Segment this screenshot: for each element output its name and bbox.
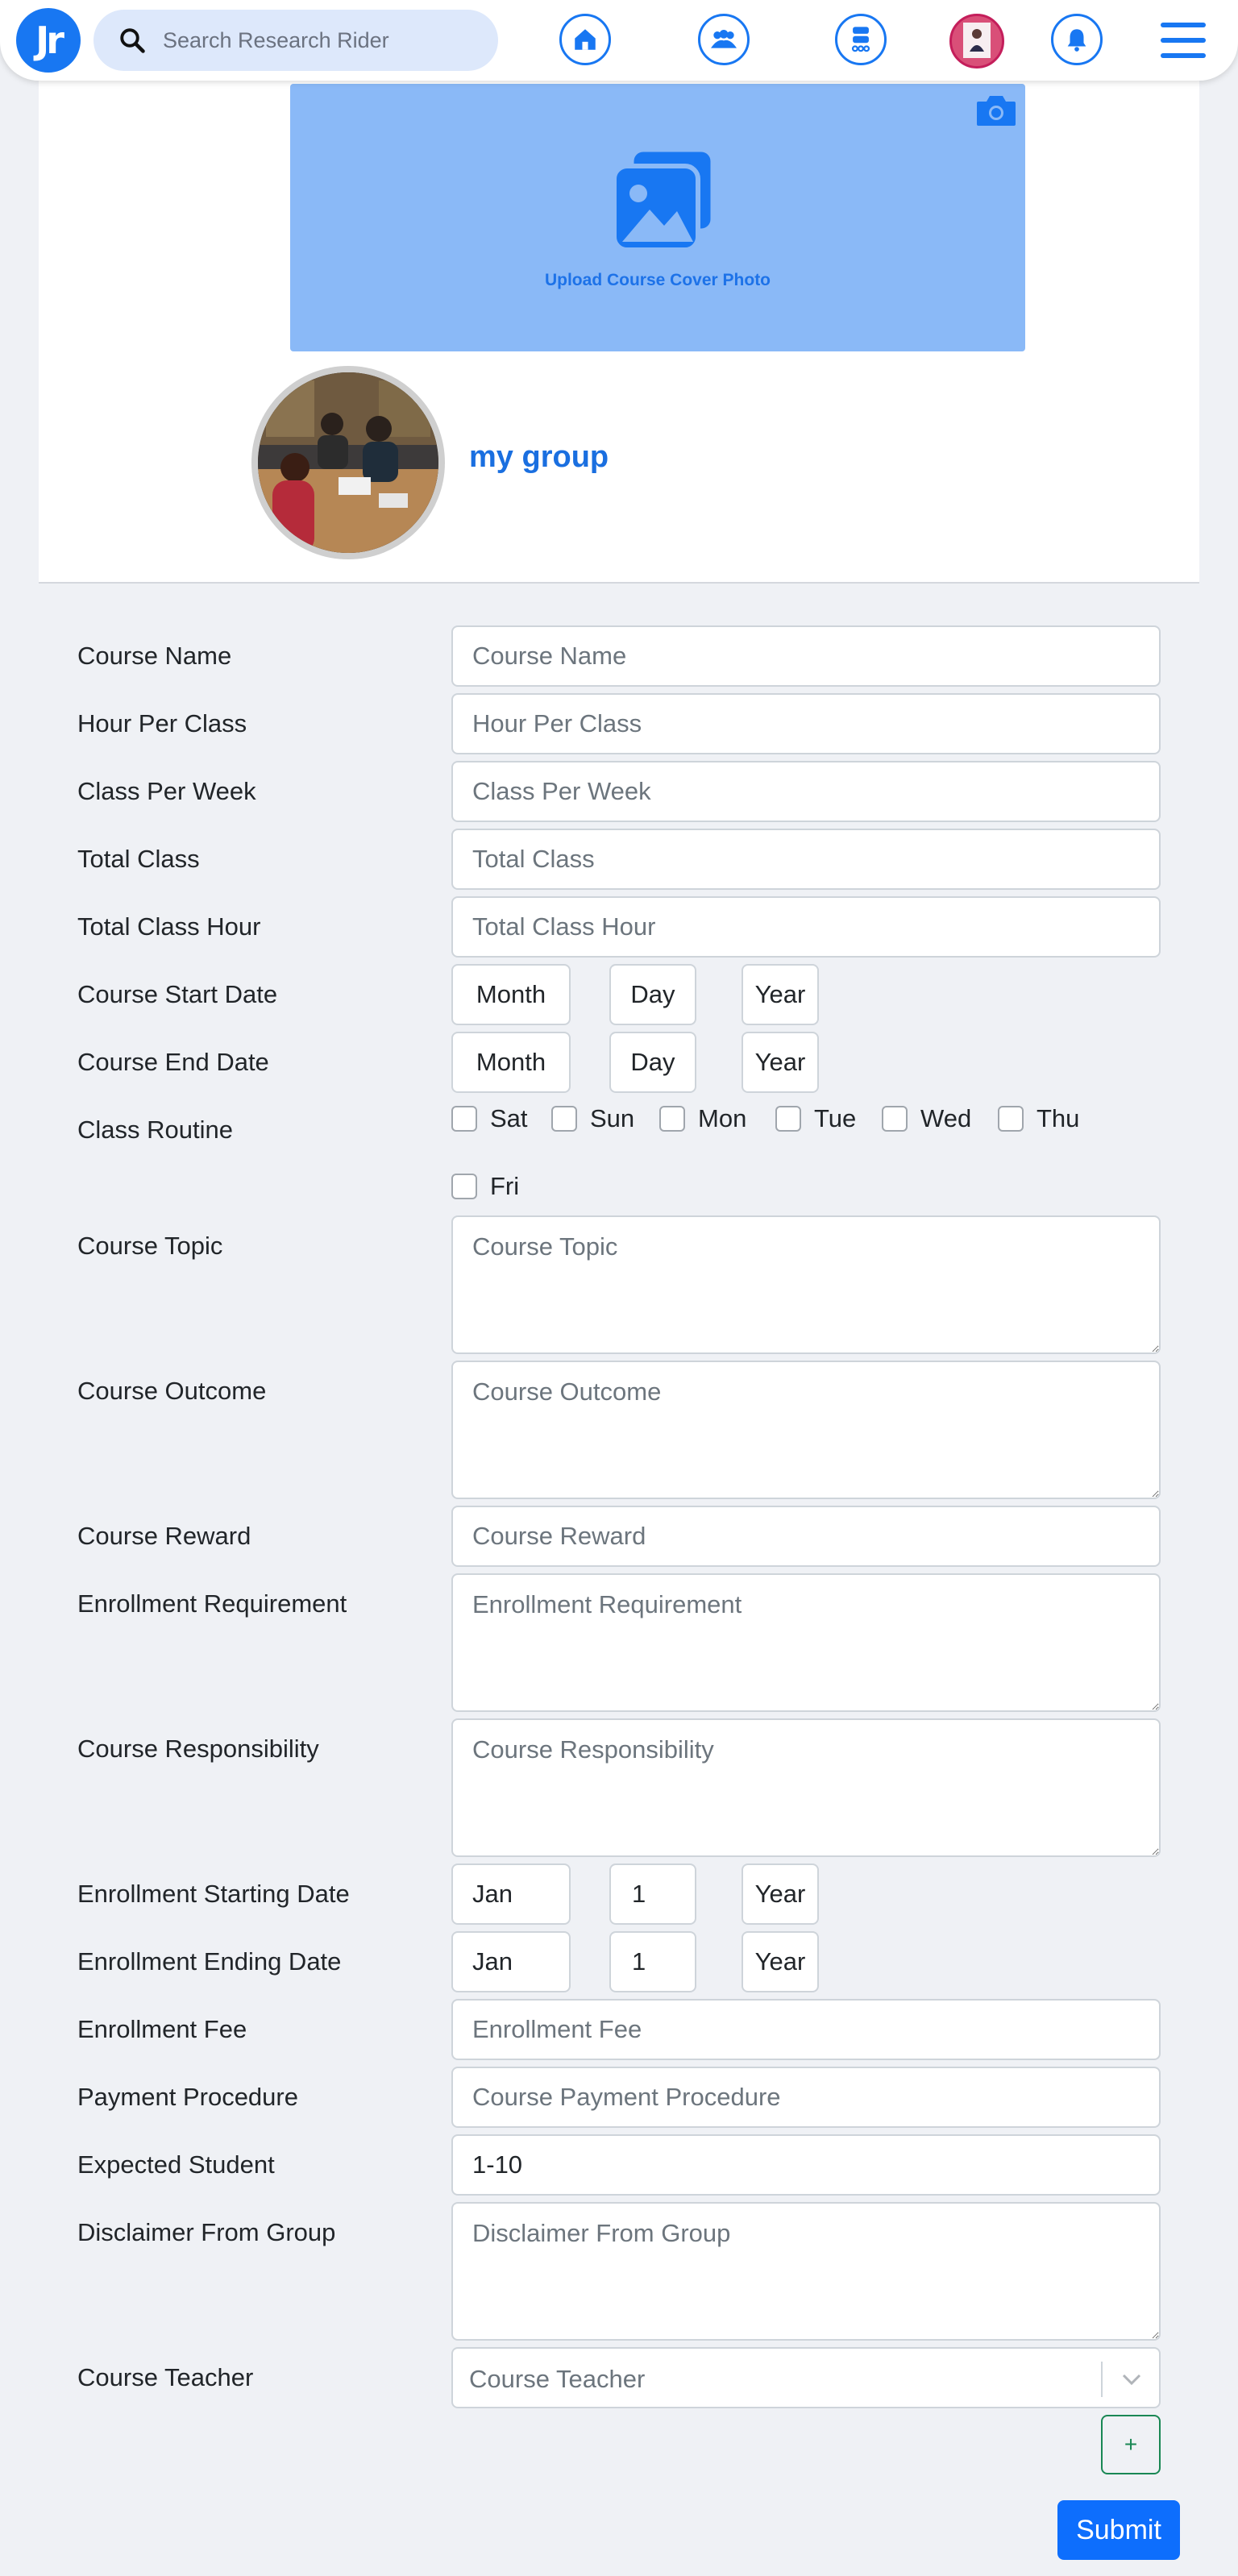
enroll-end-month-select[interactable]: Jan bbox=[451, 1931, 571, 1992]
day-label: Sun bbox=[590, 1104, 635, 1132]
search-input[interactable] bbox=[163, 27, 469, 53]
select-separator bbox=[1101, 2362, 1103, 2397]
course-teacher-placeholder: Course Teacher bbox=[469, 2365, 646, 2393]
payment-procedure-label: Payment Procedure bbox=[77, 2083, 298, 2111]
enroll-start-year-select[interactable]: Year bbox=[742, 1863, 819, 1925]
day-label: Mon bbox=[698, 1104, 747, 1132]
routine-day-tue[interactable]: Tue bbox=[775, 1104, 856, 1133]
enrollment-end-label: Enrollment Ending Date bbox=[77, 1947, 342, 1976]
image-upload-icon bbox=[612, 147, 715, 252]
end-year-select[interactable]: Year bbox=[742, 1032, 819, 1093]
start-day-select[interactable]: Day bbox=[609, 964, 696, 1025]
day-label: Thu bbox=[1037, 1104, 1080, 1132]
submit-button[interactable]: Submit bbox=[1057, 2500, 1180, 2560]
checkbox[interactable] bbox=[659, 1106, 685, 1132]
courses-icon[interactable] bbox=[835, 14, 887, 65]
day-label: Sat bbox=[490, 1104, 528, 1132]
payment-procedure-input[interactable] bbox=[451, 2067, 1161, 2128]
class-per-week-input[interactable] bbox=[451, 761, 1161, 822]
course-outcome-label: Course Outcome bbox=[77, 1377, 267, 1405]
group-name[interactable]: my group bbox=[469, 440, 609, 475]
total-class-label: Total Class bbox=[77, 845, 200, 873]
course-start-date-label: Course Start Date bbox=[77, 980, 278, 1008]
hour-per-class-input[interactable] bbox=[451, 693, 1161, 754]
enroll-end-year-select[interactable]: Year bbox=[742, 1931, 819, 1992]
course-name-label: Course Name bbox=[77, 642, 232, 670]
hour-per-class-label: Hour Per Class bbox=[77, 709, 247, 737]
course-name-input[interactable] bbox=[451, 625, 1161, 687]
course-end-date-label: Course End Date bbox=[77, 1048, 269, 1076]
checkbox[interactable] bbox=[775, 1106, 801, 1132]
course-topic-textarea[interactable] bbox=[451, 1215, 1161, 1354]
bell-icon[interactable] bbox=[1051, 14, 1103, 65]
end-month-select[interactable]: Month bbox=[451, 1032, 571, 1093]
total-class-hour-label: Total Class Hour bbox=[77, 912, 261, 941]
start-year-select[interactable]: Year bbox=[742, 964, 819, 1025]
disclaimer-textarea[interactable] bbox=[451, 2202, 1161, 2341]
enroll-end-day-select[interactable]: 1 bbox=[609, 1931, 696, 1992]
expected-student-label: Expected Student bbox=[77, 2150, 275, 2179]
day-label: Wed bbox=[920, 1104, 972, 1132]
course-topic-label: Course Topic bbox=[77, 1232, 223, 1260]
expected-student-select[interactable] bbox=[451, 2134, 1161, 2196]
checkbox[interactable] bbox=[998, 1106, 1024, 1132]
routine-day-fri[interactable]: Fri bbox=[451, 1172, 519, 1201]
class-routine-label: Class Routine bbox=[77, 1116, 233, 1144]
disclaimer-label: Disclaimer From Group bbox=[77, 2218, 336, 2246]
total-class-hour-input[interactable] bbox=[451, 896, 1161, 958]
total-class-input[interactable] bbox=[451, 829, 1161, 890]
top-navbar: Jr bbox=[0, 0, 1238, 81]
group-profile-photo[interactable] bbox=[251, 366, 445, 559]
routine-day-mon[interactable]: Mon bbox=[659, 1104, 746, 1133]
enrollment-start-label: Enrollment Starting Date bbox=[77, 1880, 350, 1908]
routine-day-wed[interactable]: Wed bbox=[882, 1104, 971, 1133]
cover-photo-upload[interactable]: Upload Course Cover Photo bbox=[290, 84, 1025, 351]
chevron-down-icon[interactable] bbox=[1115, 2365, 1148, 2394]
enrollment-requirement-textarea[interactable] bbox=[451, 1573, 1161, 1712]
class-per-week-label: Class Per Week bbox=[77, 777, 256, 805]
menu-icon[interactable] bbox=[1161, 23, 1206, 58]
checkbox[interactable] bbox=[451, 1174, 477, 1199]
profile-avatar[interactable] bbox=[949, 14, 1004, 69]
course-reward-label: Course Reward bbox=[77, 1522, 251, 1550]
group-header-card: Upload Course Cover Photo my group bbox=[39, 81, 1199, 584]
enrollment-fee-input[interactable] bbox=[451, 1999, 1161, 2060]
groups-icon[interactable] bbox=[698, 14, 750, 65]
course-outcome-textarea[interactable] bbox=[451, 1361, 1161, 1499]
search-icon bbox=[116, 24, 148, 56]
course-teacher-select[interactable]: Course Teacher bbox=[451, 2347, 1161, 2408]
routine-day-thu[interactable]: Thu bbox=[998, 1104, 1079, 1133]
enroll-start-day-select[interactable]: 1 bbox=[609, 1863, 696, 1925]
course-responsibility-label: Course Responsibility bbox=[77, 1735, 319, 1763]
end-day-select[interactable]: Day bbox=[609, 1032, 696, 1093]
course-teacher-label: Course Teacher bbox=[77, 2363, 254, 2391]
cover-upload-label: Upload Course Cover Photo bbox=[544, 271, 771, 289]
course-responsibility-textarea[interactable] bbox=[451, 1718, 1161, 1857]
home-icon[interactable] bbox=[559, 14, 611, 65]
checkbox[interactable] bbox=[882, 1106, 908, 1132]
camera-icon[interactable] bbox=[975, 92, 1017, 127]
day-label: Fri bbox=[490, 1172, 520, 1200]
checkbox[interactable] bbox=[451, 1106, 477, 1132]
logo[interactable]: Jr bbox=[16, 8, 81, 73]
routine-day-sat[interactable]: Sat bbox=[451, 1104, 528, 1133]
checkbox[interactable] bbox=[551, 1106, 577, 1132]
start-month-select[interactable]: Month bbox=[451, 964, 571, 1025]
course-reward-input[interactable] bbox=[451, 1506, 1161, 1567]
enroll-start-month-select[interactable]: Jan bbox=[451, 1863, 571, 1925]
search-bar[interactable] bbox=[93, 10, 498, 71]
day-label: Tue bbox=[814, 1104, 857, 1132]
enrollment-requirement-label: Enrollment Requirement bbox=[77, 1589, 347, 1618]
add-teacher-button[interactable]: + bbox=[1101, 2415, 1161, 2474]
routine-day-sun[interactable]: Sun bbox=[551, 1104, 634, 1133]
enrollment-fee-label: Enrollment Fee bbox=[77, 2015, 247, 2043]
